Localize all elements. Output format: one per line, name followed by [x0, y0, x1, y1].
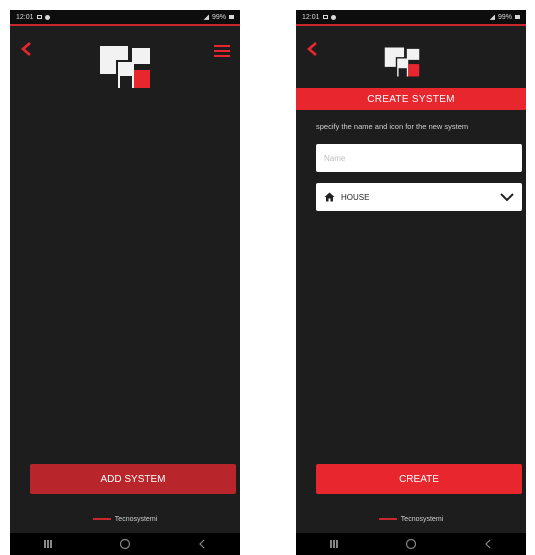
phone-screen-create-system: 12:01 ◢ 99% CREATE SYSTEM specify the na… — [296, 10, 526, 555]
signal-icon: ◢ — [203, 14, 209, 21]
system-name-input[interactable] — [316, 144, 522, 172]
phone-screen-systems: 12:01 ◢ 99% ADD SYSTEM Tecnosystemi — [10, 10, 240, 555]
sync-icon — [44, 14, 50, 20]
brand-name: Tecnosystemi — [114, 515, 158, 523]
back-chevron-icon[interactable] — [306, 42, 320, 56]
brand-name: Tecnosystemi — [400, 515, 444, 523]
android-nav-bar — [10, 533, 240, 555]
recent-apps-icon[interactable] — [38, 536, 58, 552]
header-divider — [296, 24, 526, 26]
notification-icon — [36, 15, 42, 19]
brand-accent-line — [378, 518, 397, 520]
create-system-banner: CREATE SYSTEM — [296, 88, 526, 110]
notification-icon — [322, 15, 328, 19]
app-logo — [100, 46, 150, 88]
house-icon — [324, 192, 335, 202]
hamburger-menu-icon[interactable] — [214, 44, 230, 58]
header-divider — [10, 24, 240, 26]
instruction-text: specify the name and icon for the new sy… — [316, 122, 469, 131]
status-bar: 12:01 ◢ 99% — [296, 10, 526, 24]
battery-level: 99% — [497, 13, 512, 21]
recent-apps-icon[interactable] — [324, 536, 344, 552]
signal-icon: ◢ — [489, 14, 495, 21]
chevron-down-icon — [500, 193, 514, 202]
battery-icon — [515, 15, 520, 19]
status-bar: 12:01 ◢ 99% — [10, 10, 240, 24]
status-time: 12:01 — [16, 13, 34, 21]
status-time: 12:01 — [302, 13, 320, 21]
app-logo — [384, 47, 420, 77]
back-chevron-icon[interactable] — [20, 42, 34, 56]
brand-footer: Tecnosystemi — [10, 512, 240, 526]
add-system-button[interactable]: ADD SYSTEM — [30, 464, 236, 494]
icon-select-dropdown[interactable]: HOUSE — [316, 183, 522, 211]
home-icon[interactable] — [401, 536, 421, 552]
home-icon[interactable] — [115, 536, 135, 552]
nav-back-icon[interactable] — [478, 536, 498, 552]
icon-select-value: HOUSE — [341, 192, 370, 202]
android-nav-bar — [296, 533, 526, 555]
sync-icon — [330, 14, 336, 20]
brand-accent-line — [92, 518, 111, 520]
battery-level: 99% — [211, 13, 226, 21]
nav-back-icon[interactable] — [192, 536, 212, 552]
create-button[interactable]: CREATE — [316, 464, 522, 494]
brand-footer: Tecnosystemi — [296, 512, 526, 526]
battery-icon — [229, 15, 234, 19]
